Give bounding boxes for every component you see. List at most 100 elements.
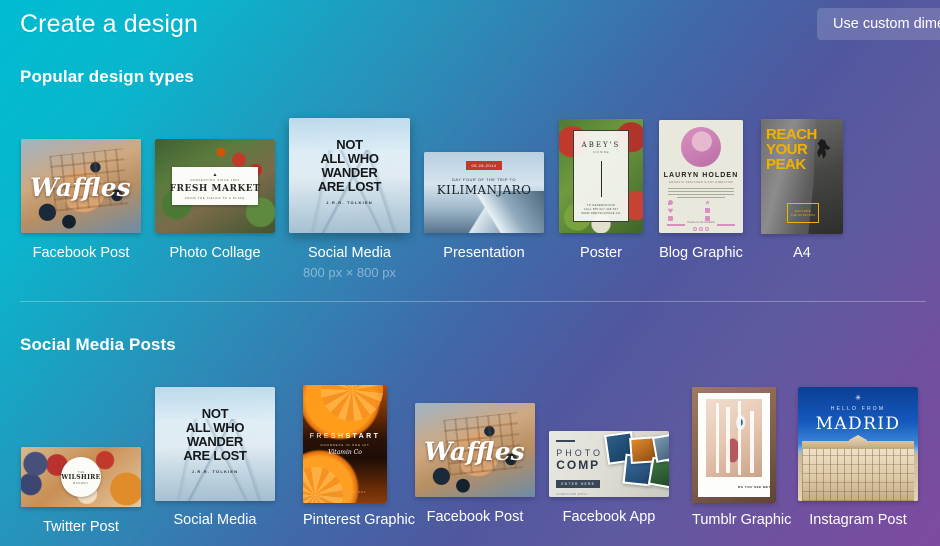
design-card-label: Instagram Post (809, 512, 907, 528)
madrid-star-icon: ✳ (855, 395, 861, 402)
seal-bottom-text: BAKERY (73, 480, 89, 485)
madrid-title: MADRID (815, 414, 901, 434)
waffles-script-text: Waffles (30, 173, 131, 202)
tolkien-quote-line-1: NOT (336, 137, 363, 152)
fresh-start-artwork: FRESHSTART GOODNESS IN ONE HIT Vitamin C… (303, 385, 387, 503)
tolkien-quote-line-4: ARE LOST (317, 179, 382, 194)
photo-comp-line-2: COMP (556, 458, 601, 473)
fresh-start-title: FRESHSTART (309, 433, 381, 440)
design-thumbnail: ABEY'S CUISINE TO RESERVATION CALL 555 0… (559, 119, 643, 233)
photo-comp-rule (556, 440, 575, 443)
photo-comp-badge: ENTER HERE (556, 480, 601, 489)
design-thumbnail: ▲ HARVESTING SINCE 1863 FRESH MARKET FRO… (155, 139, 275, 233)
design-card-label: Tumblr Graphic (692, 512, 792, 528)
design-thumbnail: FRESHSTART GOODNESS IN ONE HIT Vitamin C… (303, 385, 387, 503)
design-thumbnail: NOT ALL WHO WANDER ARE LOST J.R.R. TOLKI… (289, 118, 410, 233)
tolkien-quote-line-4: ARE LOST (183, 448, 247, 463)
wilshire-bakery-artwork: THE WILSHIRE BAKERY (21, 447, 141, 507)
peak-cta-line-1: EXPLORE (794, 209, 812, 213)
tolkien-quote-line-2: ALL WHO (320, 151, 379, 166)
kilimanjaro-date: 05.28.2014 (466, 161, 502, 170)
use-custom-dimensions-button[interactable]: Use custom dimensions (817, 8, 940, 40)
orange-slice-top (321, 385, 383, 421)
waffles-artwork: Waffles (21, 139, 141, 233)
design-card-label: Photo Collage (169, 245, 261, 261)
design-thumbnail: NOT ALL WHO WANDER ARE LOST J.R.R. TOLKI… (155, 387, 275, 501)
design-card-label: Twitter Post (43, 519, 119, 535)
peak-headline: REACH YOUR PEAK (766, 126, 817, 173)
waffles-artwork: Waffles (415, 403, 535, 497)
design-card-label: Social Media (173, 512, 257, 528)
design-thumbnail: ✳ HELLO FROM MADRID (798, 387, 918, 501)
resume-social-dots (693, 227, 709, 231)
design-thumbnail: 05.28.2014 DAY FOUR OF THE TRIP TO KILIM… (424, 152, 544, 233)
kilimanjaro-eyebrow: DAY FOUR OF THE TRIP TO (451, 177, 517, 182)
mountain-artwork: NOT ALL WHO WANDER ARE LOST J.R.R. TOLKI… (155, 387, 275, 501)
abeys-footer-line-3: WWW.ABEYSCUISINE.CO (581, 211, 621, 215)
face-caption: DO YOU SEE ME? (738, 485, 771, 489)
reach-your-peak-artwork: REACH YOUR PEAK EXPLORE THE OUTDOORS (761, 119, 843, 234)
face-slice (716, 403, 719, 473)
tolkien-quote-line-3: WANDER (187, 434, 243, 449)
design-thumbnail: Waffles (21, 139, 141, 233)
design-card-label: Facebook Post (426, 509, 524, 525)
tumblr-face-artwork: DO YOU SEE ME? (692, 387, 776, 503)
design-thumbnail: THE WILSHIRE BAKERY (21, 447, 141, 507)
resume-body-lines (668, 188, 734, 198)
design-thumbnail: PHOTO COMP ENTER HERE CONDITIONS APPLY (549, 431, 669, 497)
kilimanjaro-title: KILIMANJARO (436, 183, 532, 197)
photo-comp-artwork: PHOTO COMP ENTER HERE CONDITIONS APPLY (549, 431, 669, 497)
tolkien-attribution: J.R.R. TOLKIEN (191, 469, 239, 474)
market-title: FRESH MARKET (169, 184, 261, 194)
madrid-palace-facade (801, 448, 915, 501)
face-card: DO YOU SEE ME? (698, 393, 770, 497)
photo-comp-photo-stack (604, 431, 669, 497)
kilimanjaro-peaks (424, 190, 544, 233)
design-thumbnail: Waffles (415, 403, 535, 497)
peak-cta-box: EXPLORE THE OUTDOORS (787, 203, 819, 223)
fresh-market-artwork: ▲ HARVESTING SINCE 1863 FRESH MARKET FRO… (155, 139, 275, 233)
peak-cta-line-2: THE OUTDOORS (790, 214, 816, 217)
face-slice (750, 411, 754, 473)
design-card-label: Blog Graphic (659, 245, 743, 261)
design-card-label: Facebook App (562, 509, 656, 525)
tolkien-quote-line-1: NOT (201, 406, 229, 421)
kilimanjaro-artwork: 05.28.2014 DAY FOUR OF THE TRIP TO KILIM… (424, 152, 544, 233)
resume-subtitle: GRAPHIC DESIGNER & ART DIRECTOR (669, 181, 733, 184)
fresh-start-subtitle: GOODNESS IN ONE HIT (320, 443, 370, 447)
design-card-dimensions: 800 px × 800 px (303, 265, 396, 280)
abeys-tagline: CUISINE (592, 150, 610, 154)
waffles-script-text: Waffles (424, 437, 525, 466)
design-card-label: A4 (793, 245, 811, 261)
design-card-label: Facebook Post (32, 245, 130, 261)
section-heading-social-media-posts: Social Media Posts (20, 335, 176, 354)
lauryn-holden-artwork: LAURYN HOLDEN GRAPHIC DESIGNER & ART DIR… (659, 120, 743, 233)
photo-comp-text-block: PHOTO COMP ENTER HERE CONDITIONS APPLY (556, 440, 611, 496)
photo-comp-line-1: PHOTO (556, 448, 604, 459)
fresh-start-script: Vitamin Co (328, 449, 362, 456)
tolkien-quote-line-2: ALL WHO (185, 420, 245, 435)
section-divider (20, 301, 926, 302)
abeys-poster-card: ABEY'S CUISINE TO RESERVATION CALL 555 0… (573, 130, 629, 222)
design-card-label: Pinterest Graphic (303, 512, 416, 528)
abeys-brand: ABEY'S (581, 141, 621, 149)
design-card-label: Poster (580, 245, 622, 261)
create-design-screen: Create a design Use custom dimensions Po… (0, 0, 940, 546)
design-thumbnail: REACH YOUR PEAK EXPLORE THE OUTDOORS (761, 119, 843, 234)
market-label-plate: ▲ HARVESTING SINCE 1863 FRESH MARKET FRO… (169, 167, 261, 205)
portrait-circle (681, 127, 721, 167)
resume-rule-right (717, 224, 735, 226)
tolkien-quote-line-3: WANDER (321, 165, 378, 180)
resume-footer: Thanks for the feedback (687, 221, 715, 224)
mountain-artwork: NOT ALL WHO WANDER ARE LOST J.R.R. TOLKI… (289, 118, 410, 233)
orange-slice-bottom (303, 467, 343, 503)
design-thumbnail: LAURYN HOLDEN GRAPHIC DESIGNER & ART DIR… (659, 120, 743, 233)
madrid-artwork: ✳ HELLO FROM MADRID (798, 387, 918, 501)
fresh-start-footer: VITAMINSDRINK.NET (323, 491, 367, 494)
market-eyebrow: HARVESTING SINCE 1863 (190, 178, 240, 182)
abeys-poster-artwork: ABEY'S CUISINE TO RESERVATION CALL 555 0… (559, 119, 643, 233)
design-card-label: Presentation (443, 245, 525, 261)
madrid-center-pediment (846, 435, 870, 447)
madrid-eyebrow: HELLO FROM (830, 406, 886, 412)
face-slice (738, 401, 741, 475)
